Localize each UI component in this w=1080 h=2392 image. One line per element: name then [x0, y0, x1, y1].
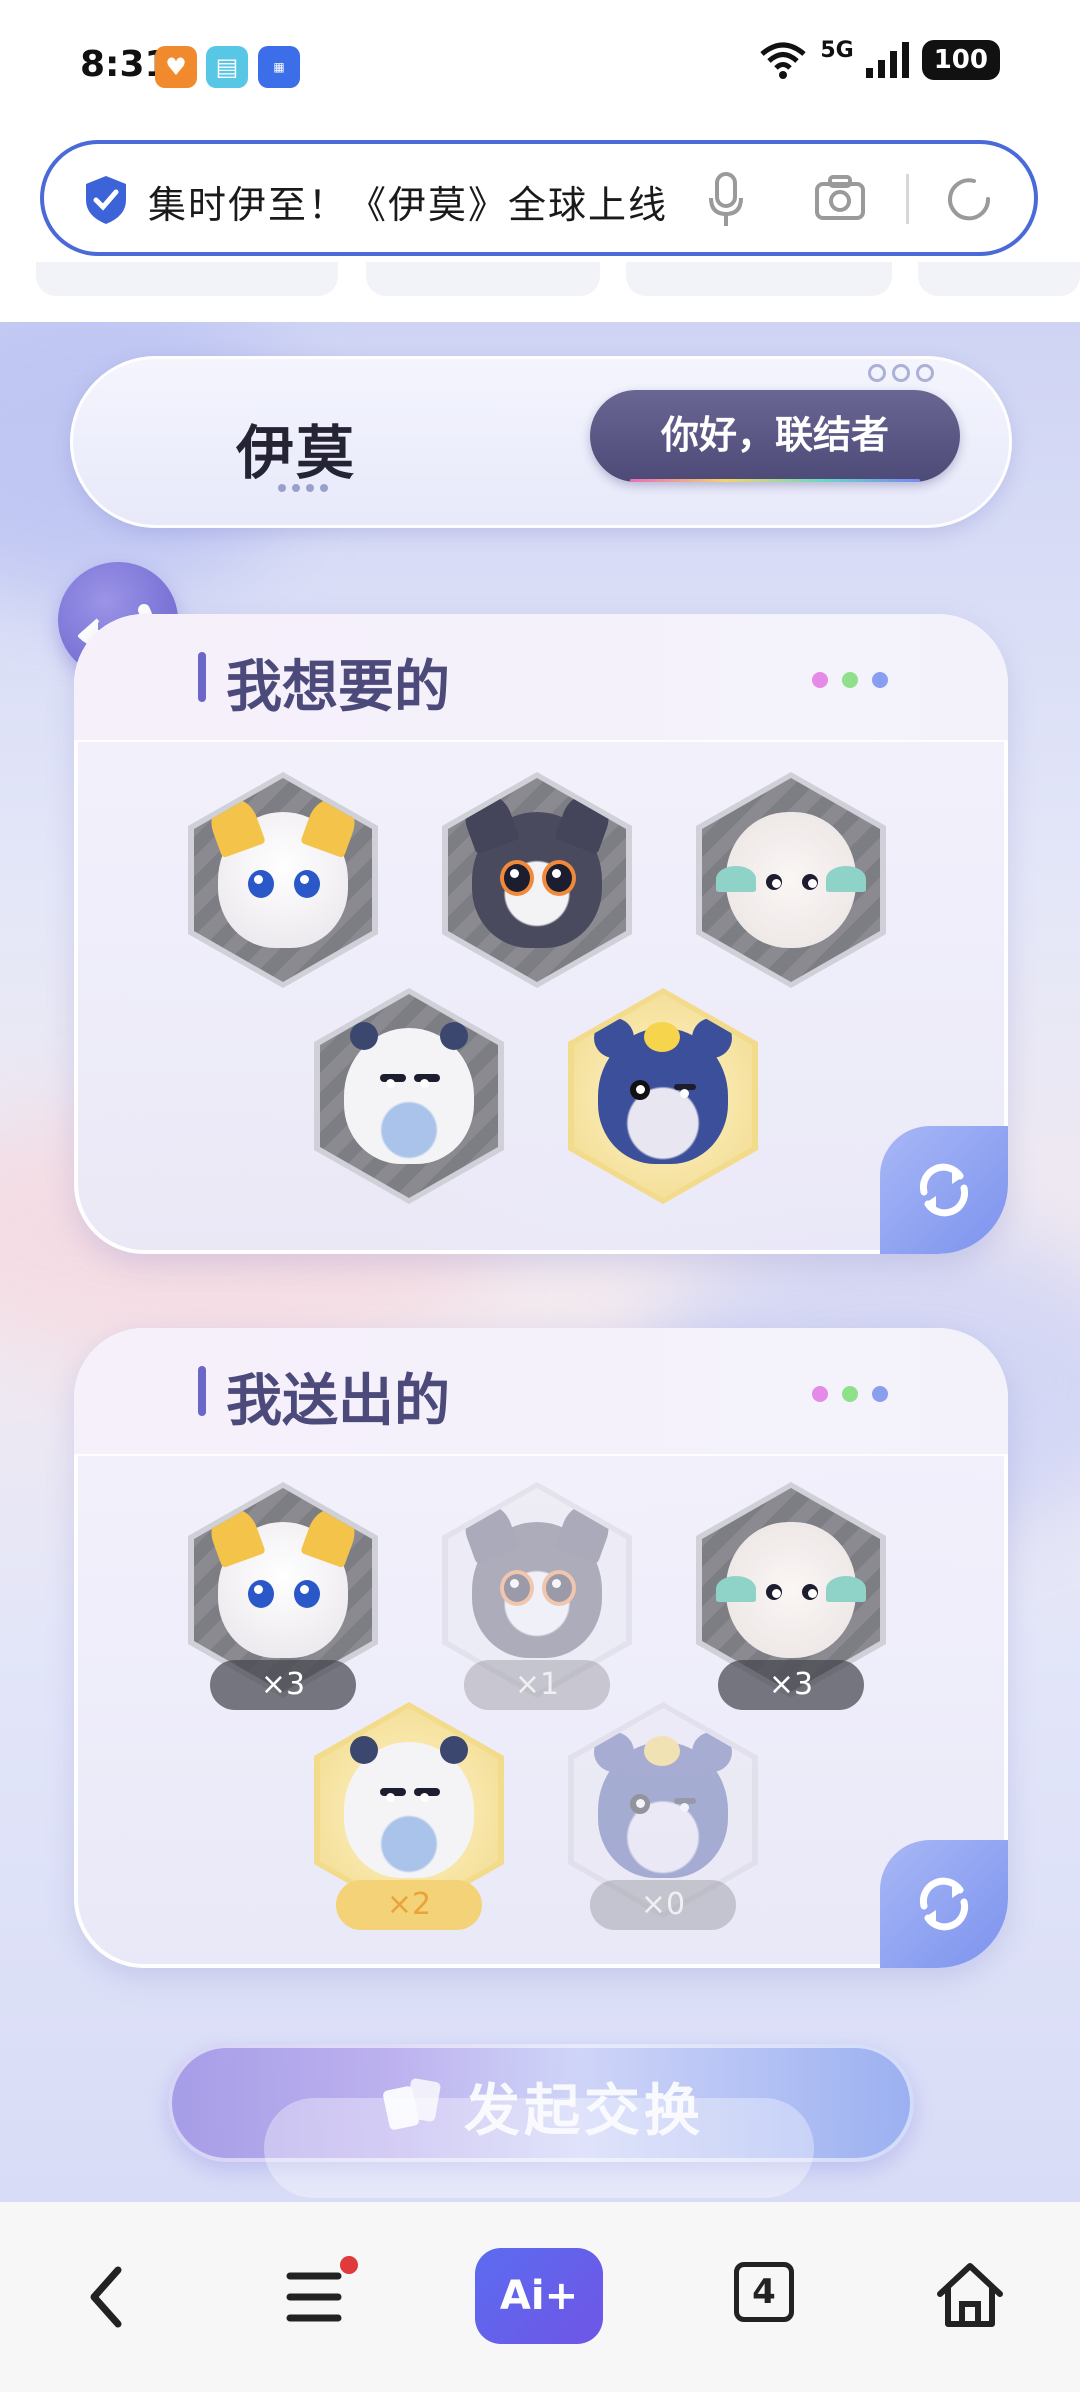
dark-fox-creature — [458, 1497, 616, 1658]
search-bar[interactable]: 集时伊至！《伊莫》全球上线 — [40, 140, 1038, 256]
fluffy-sheep-creature — [716, 1522, 866, 1658]
yellow-fox-creature — [204, 1501, 362, 1658]
give-refresh-button[interactable] — [880, 1840, 1008, 1968]
status-indicators: 5G 100 — [758, 37, 1000, 80]
game-page: 伊莫 你好，联结者 我想要的 我送出的 ×3 ×1 ×3 ×2 ×0 发起交换 — [0, 322, 1080, 2202]
divider — [906, 174, 909, 224]
refresh-icon[interactable] — [944, 174, 994, 224]
microphone-icon[interactable] — [708, 172, 744, 228]
quick-link[interactable] — [626, 262, 892, 296]
game-logo: 伊莫 — [236, 419, 357, 487]
blue-squirrel-creature — [594, 1732, 732, 1878]
panel-header: 我送出的 — [74, 1328, 1008, 1456]
search-text[interactable]: 集时伊至！《伊莫》全球上线 — [148, 174, 668, 229]
reader-app-icon: ▤ — [206, 46, 248, 88]
title-bar-accent — [198, 1366, 206, 1416]
want-slot-white-seal[interactable] — [314, 988, 504, 1204]
app-market-icon: ▦ — [258, 46, 300, 88]
signal-icon — [865, 42, 909, 78]
panel-dots — [812, 672, 888, 688]
network-label: 5G — [820, 37, 854, 63]
camera-icon[interactable] — [814, 174, 866, 222]
header-icons — [868, 364, 934, 382]
want-slot-blue-squirrel[interactable] — [568, 988, 758, 1204]
count-badge: ×3 — [210, 1660, 356, 1710]
back-arrow-icon[interactable] — [84, 2264, 128, 2330]
bottom-navigation: Ai+ 4 — [0, 2202, 1080, 2392]
want-slot-yellow-fox[interactable] — [188, 772, 378, 988]
swap-icon — [919, 1877, 969, 1931]
count-badge: ×1 — [464, 1660, 610, 1710]
want-slot-fluffy-sheep[interactable] — [696, 772, 886, 988]
quick-link[interactable] — [366, 262, 600, 296]
swap-icon — [919, 1163, 969, 1217]
fluffy-sheep-creature — [716, 812, 866, 948]
white-seal-creature — [344, 1022, 474, 1164]
title-bar-accent — [198, 652, 206, 702]
shield-icon — [86, 176, 126, 224]
give-panel: 我送出的 ×3 ×1 ×3 ×2 ×0 — [74, 1328, 1008, 1968]
status-bar: 8:31 ♥ ▤ ▦ 5G 100 — [0, 0, 1080, 130]
menu-icon[interactable] — [286, 2270, 342, 2324]
want-slot-dark-fox[interactable] — [442, 772, 632, 988]
panel-dots — [812, 1386, 888, 1402]
greeting-button[interactable]: 你好，联结者 — [590, 390, 960, 482]
count-badge-selected: ×2 — [336, 1880, 482, 1930]
dark-fox-creature — [458, 787, 616, 948]
quick-link[interactable] — [918, 262, 1080, 296]
want-panel: 我想要的 — [74, 614, 1008, 1254]
panel-header: 我想要的 — [74, 614, 1008, 742]
logo-dots — [278, 484, 328, 492]
ai-assistant-button[interactable]: Ai+ — [475, 2248, 603, 2344]
blue-squirrel-creature — [594, 1018, 732, 1164]
battery-indicator: 100 — [921, 40, 1000, 80]
header-card: 伊莫 你好，联结者 — [70, 356, 1012, 528]
tabs-button[interactable]: 4 — [734, 2262, 794, 2322]
white-seal-creature — [344, 1736, 474, 1878]
count-badge: ×3 — [718, 1660, 864, 1710]
health-app-icon: ♥ — [155, 46, 197, 88]
yellow-fox-creature — [204, 791, 362, 948]
wifi-icon — [760, 42, 806, 79]
notification-dot — [340, 2256, 358, 2274]
overlay-pill — [264, 2098, 814, 2198]
give-title: 我送出的 — [226, 1369, 450, 1434]
home-icon[interactable] — [934, 2260, 1006, 2330]
count-badge: ×0 — [590, 1880, 736, 1930]
want-title: 我想要的 — [226, 655, 450, 720]
quick-link[interactable] — [36, 262, 338, 296]
